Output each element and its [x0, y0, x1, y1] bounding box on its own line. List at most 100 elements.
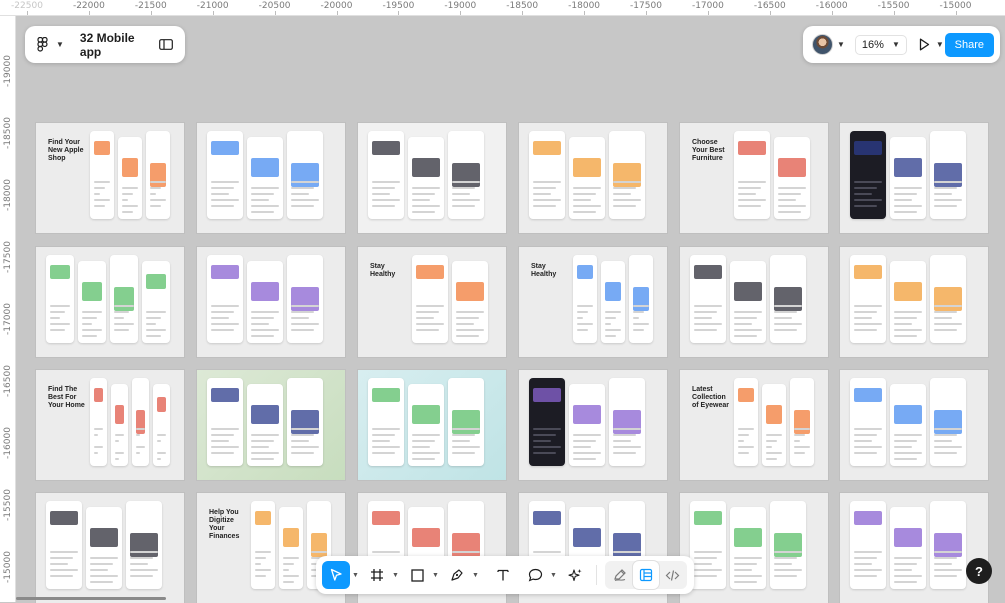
phone-image-block — [372, 388, 400, 402]
user-menu[interactable]: ▼ — [812, 34, 845, 55]
design-frame[interactable] — [36, 247, 184, 357]
horizontal-scrollbar[interactable] — [16, 597, 166, 600]
phone-text-line — [255, 575, 266, 577]
main-menu-button[interactable]: ▼ — [37, 37, 64, 52]
phone-text-line — [533, 187, 556, 189]
phone-text-line — [934, 193, 952, 195]
design-frame[interactable]: Latest Collection of Eyewear — [680, 370, 828, 480]
file-title[interactable]: 32 Mobile app — [80, 31, 159, 59]
design-frame[interactable] — [519, 123, 667, 233]
design-frame[interactable]: Choose Your Best Furniture — [680, 123, 828, 233]
phone-mockup — [569, 384, 605, 466]
top-ruler: -22500 -22000 -21500 -21000 -20500 -20000 -195… — [0, 0, 1005, 16]
chevron-down-icon[interactable]: ▼ — [472, 572, 482, 579]
chevron-down-icon[interactable]: ▼ — [550, 572, 560, 579]
chevron-down-icon[interactable]: ▼ — [352, 572, 362, 579]
chevron-down-icon[interactable]: ▼ — [392, 572, 402, 579]
phone-text-line — [738, 187, 761, 189]
ruler-tick-mark — [212, 11, 214, 15]
chevron-down-icon: ▼ — [935, 40, 944, 49]
phone-text-line — [573, 446, 591, 448]
ruler-tick-label: -22500 — [11, 1, 43, 11]
phone-text-line — [766, 458, 777, 460]
phone-text-line — [533, 551, 561, 553]
frame-headline: Find The Best For Your Home — [48, 386, 85, 409]
phone-text-line — [130, 569, 158, 571]
phone-text-line — [934, 452, 957, 454]
phone-text-line — [251, 193, 274, 195]
phone-text-line — [854, 569, 882, 571]
sidebar-toggle-button[interactable] — [159, 39, 173, 50]
phone-text-line — [251, 329, 279, 331]
phone-mockup — [90, 378, 107, 466]
ruler-tick-label: -20000 — [320, 1, 353, 11]
move-tool[interactable] — [322, 561, 350, 589]
shape-tool[interactable] — [404, 561, 430, 589]
phone-text-line — [854, 440, 872, 442]
zoom-level: 16% — [861, 38, 884, 51]
draw-mode-button[interactable] — [607, 561, 633, 589]
design-frame[interactable] — [840, 493, 988, 603]
phone-text-line — [456, 335, 479, 337]
text-tool[interactable] — [490, 561, 516, 589]
phone-text-line — [115, 458, 119, 460]
design-frame[interactable] — [840, 247, 988, 357]
share-button[interactable]: Share — [944, 32, 994, 57]
phone-image-block — [412, 158, 440, 177]
phone-text-line — [136, 434, 140, 436]
design-frame[interactable]: Find Your New Apple Shop — [36, 123, 184, 233]
phone-text-line — [251, 311, 279, 313]
design-frame[interactable]: Find The Best For Your Home — [36, 370, 184, 480]
design-frame[interactable] — [519, 370, 667, 480]
phone-mockup — [247, 384, 283, 466]
design-mode-button[interactable] — [633, 561, 659, 589]
phone-text-line — [778, 199, 796, 201]
rectangle-icon — [410, 568, 424, 582]
zoom-dropdown[interactable]: 16% ▼ — [854, 34, 907, 55]
design-frame[interactable] — [680, 247, 828, 357]
phone-image-block — [613, 163, 641, 187]
phone-text-line — [854, 187, 877, 189]
phone-text-line — [533, 199, 561, 201]
phone-text-line — [738, 181, 766, 183]
design-frame[interactable] — [197, 247, 345, 357]
phone-mockup — [890, 507, 926, 589]
design-frame[interactable]: Stay Healthy — [519, 247, 667, 357]
phone-text-line — [577, 305, 593, 307]
phone-text-line — [778, 211, 801, 213]
design-frame[interactable]: Stay Healthy — [358, 247, 506, 357]
design-frame[interactable] — [197, 123, 345, 233]
chevron-down-icon[interactable]: ▼ — [432, 572, 442, 579]
phone-text-line — [291, 323, 319, 325]
present-button[interactable]: ▼ — [919, 38, 944, 51]
ruler-tick-label: -20500 — [258, 1, 291, 11]
pen-tool[interactable] — [444, 561, 470, 589]
design-frame[interactable] — [680, 493, 828, 603]
phone-mockup — [78, 261, 106, 343]
phone-text-line — [934, 311, 957, 313]
comment-tool[interactable] — [522, 561, 548, 589]
phone-mockup — [207, 378, 243, 466]
design-frame[interactable] — [358, 123, 506, 233]
actions-tool[interactable] — [562, 561, 588, 589]
phone-text-line — [157, 440, 161, 442]
phone-image-block — [291, 287, 319, 311]
phone-text-line — [774, 563, 792, 565]
dev-mode-button[interactable] — [659, 561, 685, 589]
phone-text-line — [211, 311, 234, 313]
phone-text-line — [94, 428, 103, 430]
phone-image-block — [412, 528, 440, 547]
phone-text-line — [291, 329, 314, 331]
frame-tool[interactable] — [364, 561, 390, 589]
phone-image-block — [115, 405, 124, 424]
sidebar-icon — [159, 39, 173, 50]
design-frame[interactable] — [358, 370, 506, 480]
phone-text-line — [613, 440, 631, 442]
help-button[interactable]: ? — [966, 558, 992, 584]
design-frame[interactable] — [840, 370, 988, 480]
design-frame[interactable] — [197, 370, 345, 480]
phone-mockup — [146, 131, 170, 219]
design-frame[interactable] — [36, 493, 184, 603]
phone-text-line — [794, 446, 810, 448]
design-frame[interactable] — [840, 123, 988, 233]
